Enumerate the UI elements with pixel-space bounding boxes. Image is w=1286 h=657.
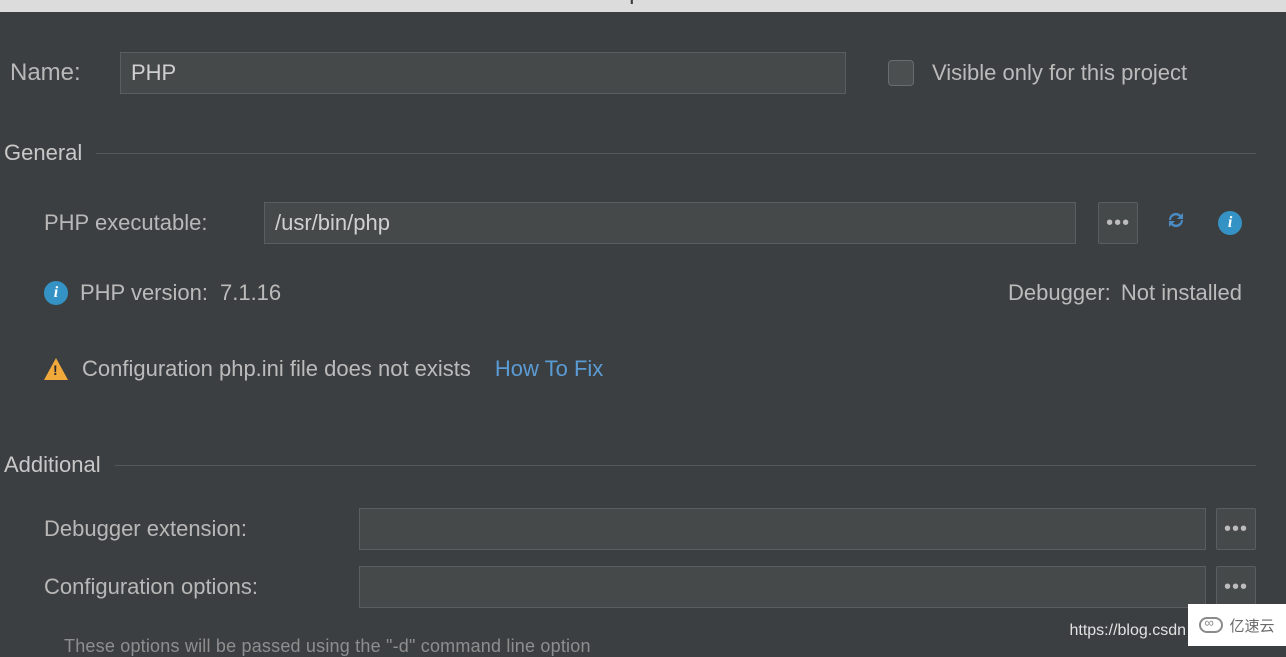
titlebar-title: Interpreters xyxy=(579,0,708,6)
warning-text: Configuration php.ini file does not exis… xyxy=(82,356,471,382)
general-header-label: General xyxy=(4,140,82,166)
php-version-value: 7.1.16 xyxy=(220,280,281,306)
general-header: General xyxy=(0,94,1286,166)
cloud-icon xyxy=(1199,617,1223,633)
php-version-label: PHP version: xyxy=(80,280,208,306)
visible-only-checkbox-wrap[interactable]: Visible only for this project xyxy=(888,60,1187,86)
php-executable-row: PHP executable: ••• i xyxy=(44,202,1242,244)
debugger-status: Debugger: Not installed xyxy=(1008,280,1242,306)
debugger-value: Not installed xyxy=(1121,280,1242,305)
warning-icon xyxy=(44,358,68,380)
how-to-fix-link[interactable]: How To Fix xyxy=(495,356,603,382)
config-options-input[interactable] xyxy=(359,566,1206,608)
info-icon: i xyxy=(44,281,68,305)
refresh-icon xyxy=(1164,208,1188,232)
footer-url: https://blog.csdn xyxy=(1069,622,1186,640)
debugger-extension-browse-button[interactable]: ••• xyxy=(1216,508,1256,550)
debugger-extension-row: Debugger extension: ••• xyxy=(44,508,1264,550)
debugger-extension-label: Debugger extension: xyxy=(44,516,349,542)
visible-only-label: Visible only for this project xyxy=(932,60,1187,86)
debugger-label: Debugger: xyxy=(1008,280,1111,305)
name-row: Name: Visible only for this project xyxy=(0,12,1286,94)
warning-row: Configuration php.ini file does not exis… xyxy=(0,306,1286,382)
browse-button[interactable]: ••• xyxy=(1098,202,1138,244)
config-options-row: Configuration options: ••• xyxy=(44,566,1264,608)
divider xyxy=(115,465,1256,466)
visible-only-checkbox[interactable] xyxy=(888,60,914,86)
additional-header: Additional xyxy=(0,382,1286,478)
info-button[interactable]: i xyxy=(1218,211,1242,235)
config-options-label: Configuration options: xyxy=(44,574,349,600)
php-executable-label: PHP executable: xyxy=(44,210,242,236)
name-input[interactable] xyxy=(120,52,846,94)
watermark: 亿速云 xyxy=(1188,604,1286,646)
php-version-row: i PHP version: 7.1.16 Debugger: Not inst… xyxy=(0,244,1286,306)
debugger-extension-input[interactable] xyxy=(359,508,1206,550)
refresh-button[interactable] xyxy=(1164,208,1188,238)
divider xyxy=(96,153,1256,154)
watermark-text: 亿速云 xyxy=(1229,615,1274,636)
php-executable-input[interactable] xyxy=(264,202,1076,244)
config-options-browse-button[interactable]: ••• xyxy=(1216,566,1256,608)
titlebar: Interpreters xyxy=(0,0,1286,12)
name-label: Name: xyxy=(10,59,100,87)
additional-header-label: Additional xyxy=(4,452,101,478)
